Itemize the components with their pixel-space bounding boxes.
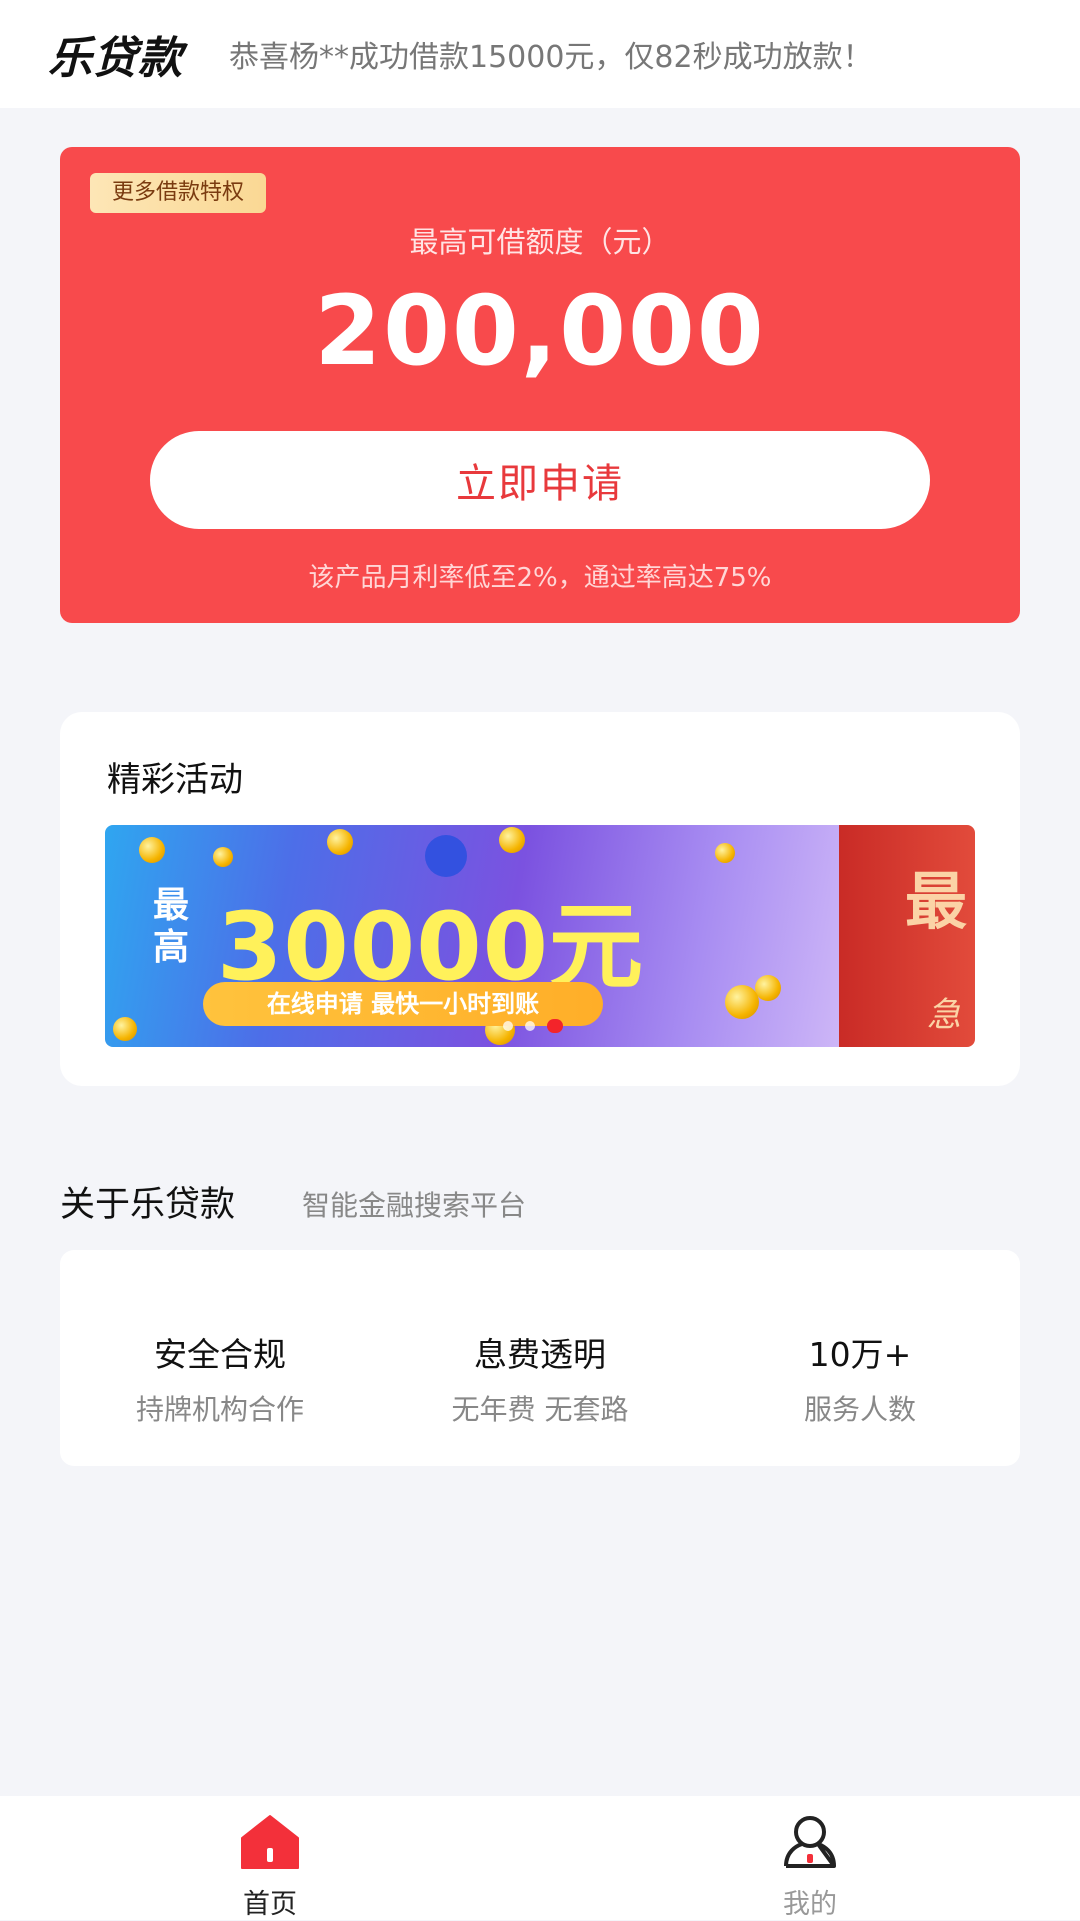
bottom-tab-bar: 首页 我的 — [0, 1796, 1080, 1920]
activity-banner[interactable]: 最高 30000元 在线申请 最快一小时到账 最 急 — [105, 825, 975, 1047]
user-icon — [784, 1816, 836, 1868]
apply-now-button[interactable]: 立即申请 — [150, 431, 930, 529]
feature-desc: 无年费 无套路 — [451, 1393, 629, 1426]
about-title: 关于乐贷款 — [60, 1185, 236, 1225]
quota-amount: 200,000 — [314, 275, 766, 387]
coin-icon — [715, 843, 735, 863]
coin-icon — [499, 827, 525, 853]
loan-ticker: 恭喜杨**成功借款15000元，仅82秒成功放款！ — [229, 40, 873, 75]
home-icon — [241, 1815, 299, 1869]
app-logo: 乐贷款 — [48, 33, 183, 84]
quota-card: 更多借款特权 最高可借额度（元） 200,000 立即申请 该产品月利率低至2%… — [60, 147, 1020, 623]
about-card: 安全合规 持牌机构合作 息费透明 无年费 无套路 10万+ 服务人数 — [60, 1250, 1020, 1466]
coin-icon — [213, 847, 233, 867]
activity-card: 精彩活动 最高 30000元 在线申请 最快一小时到账 最 急 — [60, 712, 1020, 1086]
quota-label: 最高可借额度（元） — [409, 225, 671, 259]
coin-icon — [725, 985, 759, 1019]
feature-compliance: 安全合规 持牌机构合作 — [60, 1328, 380, 1428]
tab-home-label: 首页 — [243, 1889, 297, 1920]
coin-icon — [327, 829, 353, 855]
banner-slide-next[interactable]: 最 急 — [839, 825, 975, 1047]
privilege-badge[interactable]: 更多借款特权 — [90, 173, 267, 213]
feature-desc: 服务人数 — [803, 1393, 916, 1426]
carousel-indicator[interactable] — [503, 1019, 563, 1033]
banner-prefix: 最高 — [153, 885, 190, 968]
feature-desc: 持牌机构合作 — [135, 1393, 304, 1426]
top-header: 乐贷款 恭喜杨**成功借款15000元，仅82秒成功放款！ — [0, 0, 1080, 108]
carousel-dot-active[interactable] — [547, 1019, 563, 1033]
quota-note: 该产品月利率低至2%，通过率高达75% — [308, 563, 772, 593]
coin-icon — [113, 1017, 137, 1041]
coin-icon — [755, 975, 781, 1001]
tab-mine[interactable]: 我的 — [740, 1814, 880, 1921]
carousel-dot[interactable] — [503, 1021, 513, 1031]
tab-home[interactable]: 首页 — [200, 1814, 340, 1921]
banner-slide-current[interactable]: 最高 30000元 在线申请 最快一小时到账 — [105, 825, 839, 1047]
feature-title: 安全合规 — [154, 1335, 286, 1374]
banner-pill: 在线申请 最快一小时到账 — [203, 982, 603, 1026]
about-subtitle: 智能金融搜索平台 — [302, 1189, 527, 1222]
banner-next-title: 最 — [905, 865, 968, 938]
feature-title: 10万+ — [808, 1335, 912, 1374]
tab-mine-label: 我的 — [783, 1889, 837, 1920]
activity-title: 精彩活动 — [107, 760, 243, 800]
feature-title: 息费透明 — [474, 1335, 606, 1374]
feature-users-served: 10万+ 服务人数 — [700, 1328, 1020, 1428]
feature-transparent-fees: 息费透明 无年费 无套路 — [380, 1328, 700, 1428]
carousel-dot[interactable] — [525, 1021, 535, 1031]
banner-next-subtitle: 急 — [927, 995, 961, 1035]
coin-icon — [139, 837, 165, 863]
